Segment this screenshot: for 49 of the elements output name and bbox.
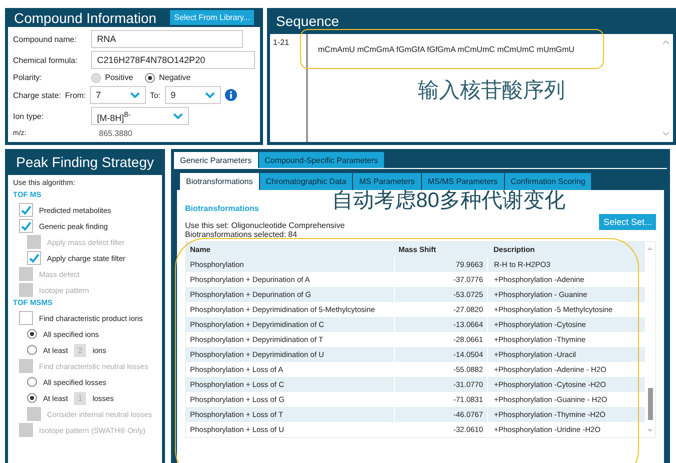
scroll-down-icon[interactable] bbox=[662, 131, 670, 136]
set-text: Use this set: Oligonucleotide Comprehensive bbox=[185, 221, 345, 230]
panel-title: Sequence bbox=[276, 13, 340, 29]
tab[interactable]: Generic Parameters bbox=[174, 152, 258, 169]
radio-label: Positive bbox=[105, 73, 134, 82]
tab[interactable]: Compound-Specific Parameters bbox=[258, 152, 384, 169]
from-dropdown[interactable]: 7 bbox=[90, 86, 146, 104]
checkbox[interactable] bbox=[19, 203, 33, 217]
annotation-text: 自动考虑80多种代谢变化 bbox=[332, 188, 566, 214]
tab[interactable]: Chromatographic Data bbox=[260, 173, 352, 190]
checkbox[interactable] bbox=[27, 251, 41, 265]
radio-label: Negative bbox=[159, 73, 191, 82]
info-icon[interactable] bbox=[224, 89, 237, 101]
formula-field[interactable]: C216H278F4N78O142P20 bbox=[91, 51, 255, 69]
scroll-up-icon[interactable] bbox=[646, 246, 654, 251]
ion-type-dropdown[interactable]: [M-8H]$^{8-}$ bbox=[91, 107, 189, 125]
scroll-up-icon[interactable] bbox=[662, 40, 670, 45]
sequence-text: mCmAmU mCmGmA fGmGfA fGfGmA mCmUmC mCmUmC mUmGmU bbox=[318, 45, 574, 54]
field-label: Charge state: bbox=[13, 90, 62, 100]
scrollbar-thumb[interactable] bbox=[648, 388, 652, 420]
to-dropdown[interactable]: 9 bbox=[164, 86, 221, 104]
field-label: Compound name: bbox=[13, 34, 78, 44]
tab[interactable]: MS Parameters bbox=[353, 173, 421, 190]
field-label: Ion type: bbox=[13, 112, 45, 120]
field-label: Chemical formula: bbox=[13, 56, 78, 64]
panel-title: Compound Information bbox=[14, 10, 156, 26]
radio-button[interactable] bbox=[27, 345, 37, 355]
panel-title: Peak Finding Strategy bbox=[16, 154, 154, 170]
scroll-down-icon[interactable] bbox=[646, 428, 654, 433]
tab[interactable]: Confirmation Scoring bbox=[504, 173, 592, 190]
section-title: Biotransformations bbox=[185, 204, 260, 213]
count-text: Biotransformations selected: 84 bbox=[185, 230, 298, 239]
compound-name-field[interactable]: RNA bbox=[91, 30, 243, 48]
radio-button[interactable] bbox=[27, 329, 37, 339]
field-label: Polarity: bbox=[13, 73, 43, 82]
checkbox[interactable] bbox=[19, 219, 33, 233]
line-number: 1-21 bbox=[270, 34, 308, 142]
checkbox[interactable] bbox=[19, 311, 33, 325]
chevron-icon bbox=[130, 92, 140, 98]
chevron-icon bbox=[173, 113, 183, 119]
radio-button[interactable] bbox=[91, 72, 101, 82]
tab[interactable]: MS/MS Parameters bbox=[422, 173, 504, 190]
field-label: To: bbox=[150, 90, 161, 100]
annotation-text: 输入核苷酸序列 bbox=[418, 78, 565, 104]
mz-value: 865.3880 bbox=[99, 129, 132, 138]
radio-button[interactable] bbox=[145, 72, 156, 82]
field-label: From: bbox=[65, 90, 86, 100]
tab[interactable]: Biotransformations bbox=[180, 173, 259, 190]
chevron-icon bbox=[204, 92, 215, 98]
